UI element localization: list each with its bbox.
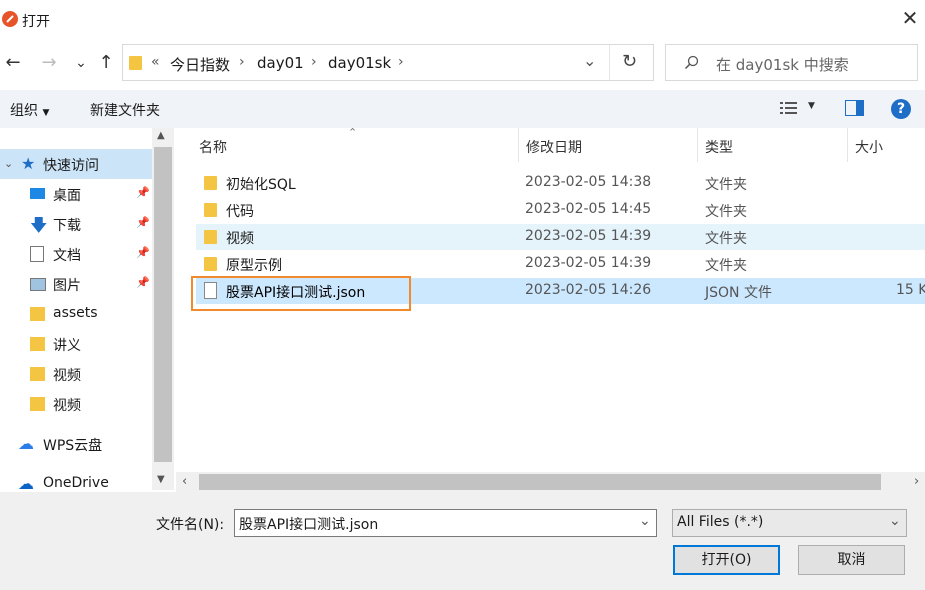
address-bar[interactable]: « 今日指数 › day01 › day01sk › ⌄ ↻	[122, 44, 654, 81]
new-folder-button[interactable]: 新建文件夹	[90, 100, 160, 120]
view-options-icon[interactable]	[780, 101, 798, 115]
file-row[interactable]: 代码 2023-02-05 14:45 文件夹	[196, 197, 925, 223]
folder-icon	[204, 176, 217, 190]
folder-icon	[30, 397, 45, 411]
breadcrumb-overflow[interactable]: «	[151, 54, 160, 70]
divider	[609, 45, 610, 80]
sidebar-item-pictures[interactable]: 图片 📌	[0, 269, 152, 299]
scrollbar-thumb[interactable]	[199, 474, 881, 490]
folder-icon	[129, 56, 142, 70]
folder-icon	[204, 203, 217, 217]
search-box[interactable]: 在 day01sk 中搜索	[665, 44, 918, 81]
sidebar-item-assets[interactable]: assets	[0, 299, 152, 329]
breadcrumb-item[interactable]: day01sk	[328, 54, 391, 72]
sidebar-item-wps-cloud[interactable]: ☁ WPS云盘	[0, 429, 152, 459]
breadcrumb-separator[interactable]: ›	[311, 54, 317, 70]
view-dropdown-icon[interactable]: ▼	[808, 101, 815, 111]
chevron-down-icon: ⌄	[4, 157, 14, 170]
filename-input[interactable]: 股票API接口测试.json ⌄	[234, 509, 657, 537]
open-button[interactable]: 打开(O)	[673, 545, 780, 575]
star-icon: ★	[21, 154, 36, 173]
folder-icon	[30, 307, 45, 321]
pin-icon: 📌	[136, 276, 150, 289]
folder-icon	[204, 230, 217, 244]
refresh-button[interactable]: ↻	[622, 51, 637, 72]
search-input[interactable]: 在 day01sk 中搜索	[716, 54, 849, 75]
document-icon	[30, 246, 44, 262]
scroll-down-icon[interactable]: ▼	[157, 474, 165, 485]
breadcrumb-separator[interactable]: ›	[398, 54, 404, 70]
sidebar-item-desktop[interactable]: 桌面 📌	[0, 179, 152, 209]
cloud-icon: ☁	[18, 434, 34, 453]
divider	[697, 128, 698, 162]
sidebar-item-quick-access[interactable]: ⌄ ★ 快速访问	[0, 149, 152, 179]
sidebar-item-downloads[interactable]: 🡇 下载 📌	[0, 209, 152, 239]
sidebar-item-documents[interactable]: 文档 📌	[0, 239, 152, 269]
divider	[518, 128, 519, 162]
app-icon	[2, 11, 18, 27]
column-size[interactable]: 大小	[855, 137, 883, 157]
up-button[interactable]: ↑	[95, 52, 117, 74]
recent-locations-button[interactable]: ⌄	[70, 52, 92, 74]
file-row[interactable]: 初始化SQL 2023-02-05 14:38 文件夹	[196, 170, 925, 196]
file-row[interactable]: 视频 2023-02-05 14:39 文件夹	[196, 224, 925, 250]
download-icon: 🡇	[30, 216, 48, 236]
picture-icon	[30, 278, 46, 291]
preview-pane-icon[interactable]	[845, 100, 864, 116]
scroll-left-icon[interactable]: ‹	[182, 474, 187, 489]
address-dropdown-icon[interactable]: ⌄	[583, 51, 596, 70]
pin-icon: 📌	[136, 246, 150, 259]
scroll-up-icon[interactable]: ▲	[157, 130, 165, 141]
sidebar-item-onedrive[interactable]: ☁ OneDrive	[0, 469, 152, 490]
pin-icon: 📌	[136, 186, 150, 199]
window-title: 打开	[22, 14, 50, 30]
column-type[interactable]: 类型	[705, 137, 733, 157]
cloud-icon: ☁	[18, 474, 34, 490]
column-name[interactable]: 名称	[199, 137, 227, 157]
divider	[847, 128, 848, 162]
column-date[interactable]: 修改日期	[526, 137, 582, 157]
organize-button[interactable]: 组织 ▼	[10, 100, 49, 120]
folder-icon	[204, 257, 217, 271]
back-button[interactable]: ←	[2, 52, 24, 74]
sidebar-item-video-2[interactable]: 视频	[0, 389, 152, 419]
chevron-down-icon[interactable]: ⌄	[639, 513, 651, 529]
file-type-select[interactable]: All Files (*.*) ⌄	[672, 509, 907, 537]
chevron-down-icon[interactable]: ⌄	[889, 513, 901, 529]
help-icon[interactable]: ?	[891, 99, 911, 119]
filename-label: 文件名(N):	[156, 517, 225, 533]
breadcrumb-item[interactable]: day01	[257, 54, 304, 72]
file-row[interactable]: 原型示例 2023-02-05 14:39 文件夹	[196, 251, 925, 277]
forward-button[interactable]: →	[38, 52, 60, 74]
title-bar	[0, 0, 925, 40]
search-icon	[684, 55, 699, 70]
column-header-row: ⌃ 名称 修改日期 类型 大小	[176, 126, 925, 162]
scrollbar-thumb[interactable]	[154, 147, 172, 462]
breadcrumb-separator[interactable]: ›	[239, 54, 245, 70]
navigation-pane: ⌄ ★ 快速访问 桌面 📌 🡇 下载 📌 文档 📌 图片 📌 assets 讲义…	[0, 128, 152, 490]
scroll-right-icon[interactable]: ›	[914, 474, 919, 489]
dialog-footer	[0, 492, 925, 590]
pin-icon: 📌	[136, 216, 150, 229]
sort-indicator-icon: ⌃	[348, 126, 358, 139]
close-button[interactable]: ✕	[900, 8, 920, 28]
folder-icon	[30, 367, 45, 381]
cancel-button[interactable]: 取消	[798, 545, 905, 575]
breadcrumb-item[interactable]: 今日指数	[170, 54, 230, 75]
folder-icon	[30, 337, 45, 351]
desktop-icon	[30, 188, 45, 199]
sidebar-item-lecture[interactable]: 讲义	[0, 329, 152, 359]
highlight-box	[191, 276, 411, 311]
sidebar-item-video[interactable]: 视频	[0, 359, 152, 389]
